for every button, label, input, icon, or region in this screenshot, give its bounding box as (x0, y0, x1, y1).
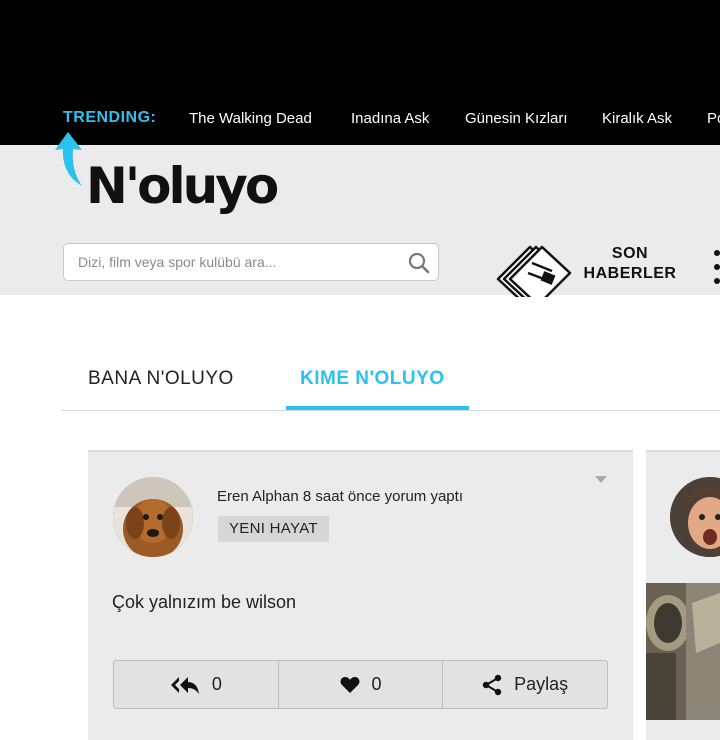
share-button[interactable]: Paylaş (443, 661, 607, 708)
trending-link-inadina-ask[interactable]: Inadına Ask (351, 110, 429, 127)
site-logo[interactable]: N'oluyo (86, 161, 279, 211)
share-label: Paylaş (514, 674, 569, 694)
avatar[interactable] (113, 477, 193, 557)
search-icon[interactable] (408, 252, 430, 274)
more-icon[interactable] (714, 250, 720, 292)
trending-link-the-walking-dead[interactable]: The Walking Dead (189, 110, 312, 127)
caret-down-icon[interactable] (595, 476, 607, 483)
active-tab-indicator (286, 406, 469, 410)
trending-link-gunesin-kizlari[interactable]: Günesin Kızları (465, 110, 568, 127)
reply-button[interactable]: 0 (114, 661, 279, 708)
reply-all-icon (170, 676, 199, 694)
son-haberler-line2: HABERLER (583, 265, 677, 282)
tab-bana-noluyo[interactable]: BANA N'OLUYO (88, 368, 234, 390)
reply-count: 0 (211, 674, 222, 694)
search-input[interactable] (76, 253, 400, 271)
search-box[interactable] (63, 243, 439, 281)
trending-label: TRENDING: (63, 109, 157, 126)
like-count: 0 (371, 674, 382, 694)
newspaper-icon[interactable] (494, 243, 576, 297)
like-button[interactable]: 0 (279, 661, 444, 708)
post-action-bar: 0 0 Paylaş (113, 660, 608, 709)
trending-bar: TRENDING: The Walking Dead Inadına Ask G… (0, 0, 720, 145)
tab-kime-noluyo[interactable]: KIME N'OLUYO (300, 368, 445, 390)
tabs-divider (62, 410, 720, 411)
son-haberler-line1: SON (611, 245, 649, 262)
trending-link-overflow[interactable]: Po (707, 110, 720, 127)
post-image[interactable] (646, 583, 720, 720)
show-tag[interactable]: YENI HAYAT (218, 516, 329, 542)
son-haberler-link[interactable]: SON HABERLER (578, 244, 682, 284)
arrow-icon (55, 132, 82, 186)
share-icon (482, 674, 502, 695)
trending-link-kiralik-ask[interactable]: Kiralık Ask (602, 110, 672, 127)
heart-icon (340, 676, 359, 693)
post-author-line[interactable]: Eren Alphan 8 saat önce yorum yaptı (217, 488, 463, 505)
post-comment: Çok yalnızım be wilson (112, 592, 297, 612)
